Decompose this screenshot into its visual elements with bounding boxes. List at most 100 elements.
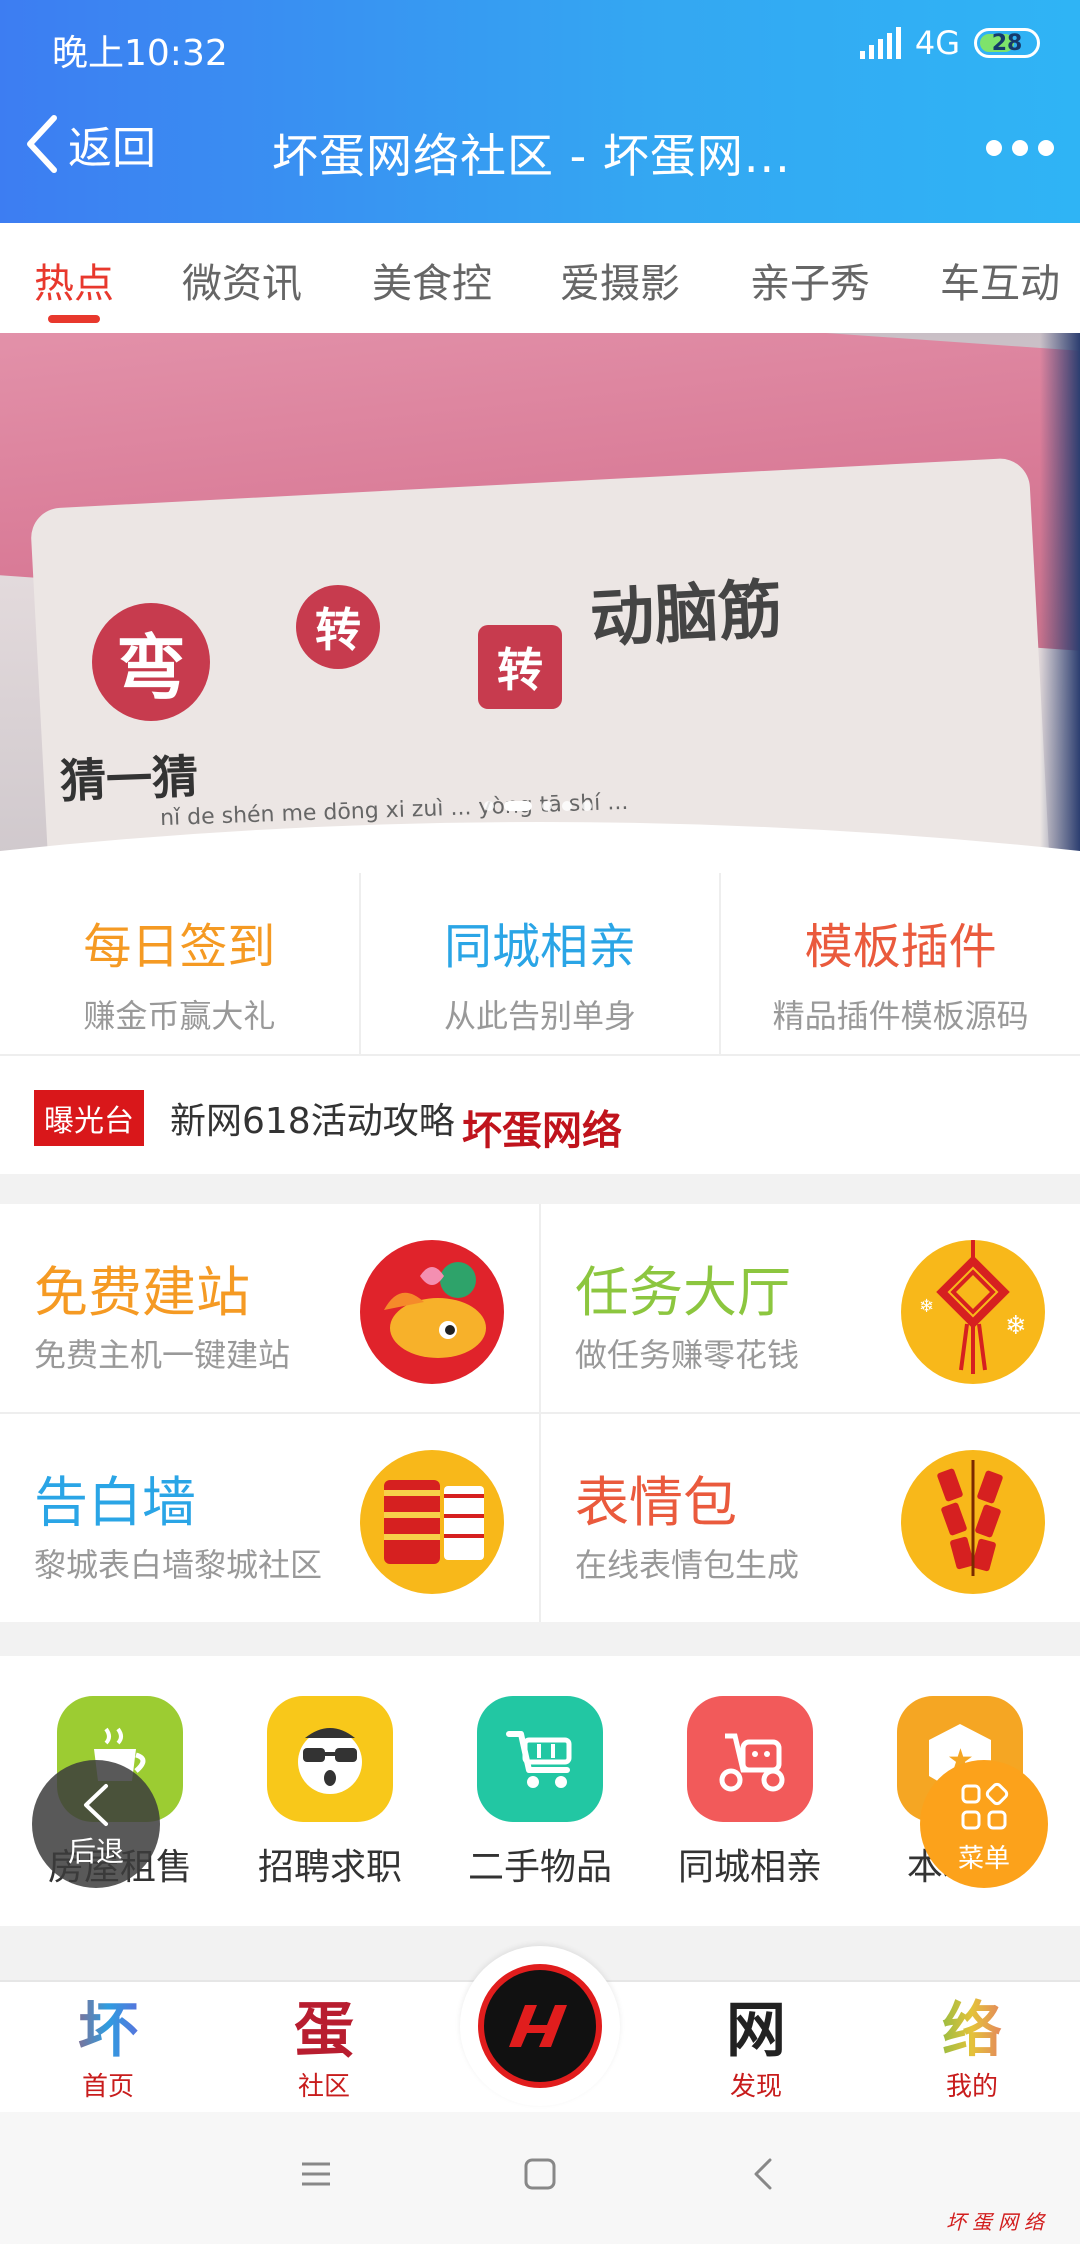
logo-icon [478, 1964, 602, 2088]
quick-link-title: 模板插件 [804, 919, 997, 975]
quick-link-checkin[interactable]: 每日签到 赚金币赢大礼 [0, 873, 361, 1054]
carousel-indicator [484, 801, 592, 811]
quick-link-title: 同城相亲 [444, 919, 637, 975]
feature-stickers[interactable]: 表情包 在线表情包生成 [541, 1414, 1080, 1622]
battery-icon: 28 [974, 28, 1040, 58]
feature-title: 告白墙 [34, 1471, 196, 1534]
face-icon [267, 1696, 393, 1822]
notice-brand: 坏蛋网络 [462, 1107, 622, 1154]
page-title: 坏蛋网络社区 - 坏蛋网... [272, 129, 791, 183]
floating-menu-label: 菜单 [957, 1844, 1010, 1874]
more-options-icon[interactable] [986, 140, 1054, 156]
back-label: 返回 [68, 123, 156, 174]
firecracker-icon [901, 1450, 1045, 1594]
nav-label: 发现 [729, 2072, 782, 2102]
scooter-icon [687, 1696, 813, 1822]
app-jobs[interactable]: 招聘求职 [240, 1696, 420, 1890]
grid-menu-icon [961, 1782, 1009, 1830]
back-icon[interactable] [746, 2156, 782, 2192]
quick-link-subtitle: 精品插件模板源码 [772, 997, 1029, 1035]
service-icons-row: 房屋租售 招聘求职 二手物品 同城相亲 ★ 本地... [0, 1656, 1080, 1926]
tab-news[interactable]: 微资讯 [182, 251, 302, 309]
banner-seal: 弯 [92, 603, 210, 721]
banner-seal: 转 [296, 585, 380, 669]
menu-icon[interactable] [298, 2156, 334, 2192]
chevron-left-icon [27, 115, 57, 173]
app-header: 晚上10:32 4G 28 返回 坏蛋网络社区 - 坏蛋网... [0, 0, 1080, 223]
watermark: 坏蛋网络 [946, 2210, 1050, 2234]
active-tab-indicator [48, 315, 100, 323]
notice-text: 新网618活动攻略 [170, 1101, 455, 1142]
floating-back-label: 后退 [67, 1835, 124, 1868]
feature-subtitle: 在线表情包生成 [575, 1546, 800, 1584]
section-gap [0, 1174, 1080, 1204]
quick-links: 每日签到 赚金币赢大礼 同城相亲 从此告别单身 模板插件 精品插件模板源码 [0, 873, 1080, 1056]
battery-level: 28 [991, 30, 1023, 56]
banner-headline: 动脑筋 [588, 573, 785, 657]
nav-glyph: 坏 [38, 1998, 178, 2064]
feature-title: 表情包 [575, 1471, 737, 1534]
floating-menu-button[interactable]: 菜单 [920, 1760, 1048, 1888]
nav-home[interactable]: 坏 首页 [38, 1998, 178, 2103]
app-dating[interactable]: 同城相亲 [660, 1696, 840, 1890]
tab-parenting[interactable]: 亲子秀 [750, 251, 870, 309]
banner-carousel[interactable]: 弯 转 转 动脑筋 猜一猜 nǐ de shén me dōng xi zuì … [0, 333, 1080, 873]
quick-link-dating[interactable]: 同城相亲 从此告别单身 [361, 873, 722, 1054]
feature-title: 免费建站 [34, 1261, 250, 1324]
banner-guess: 猜一猜 [59, 749, 200, 809]
carousel-dot [504, 801, 532, 811]
nav-discover[interactable]: 网 发现 [686, 1998, 826, 2103]
koi-fish-icon [360, 1240, 504, 1384]
feature-title: 任务大厅 [575, 1261, 791, 1324]
feature-subtitle: 做任务赚零花钱 [575, 1336, 800, 1374]
nav-label: 我的 [945, 2072, 998, 2102]
notice-bar[interactable]: 曝光台 新网618活动攻略 坏蛋网络 [0, 1058, 1080, 1174]
svg-text:❄: ❄ [919, 1296, 934, 1317]
nav-label: 社区 [297, 2072, 350, 2102]
lantern-icon [360, 1450, 504, 1594]
nav-label: 首页 [81, 2072, 134, 2102]
tab-photo[interactable]: 爱摄影 [560, 251, 680, 309]
system-navigation-bar [0, 2112, 1080, 2244]
nav-profile[interactable]: 络 我的 [902, 1998, 1042, 2103]
app-label: 招聘求职 [257, 1847, 402, 1888]
tab-hot[interactable]: 热点 [34, 251, 114, 309]
chevron-left-icon [84, 1784, 108, 1826]
nav-glyph: 蛋 [294, 1996, 354, 2066]
center-logo-button[interactable] [460, 1946, 620, 2106]
carousel-dot [562, 801, 572, 811]
nav-glyph: 网 [726, 1996, 786, 2066]
feature-confession-wall[interactable]: 告白墙 黎城表白墙黎城社区 [0, 1414, 539, 1622]
svg-text:❄: ❄ [1005, 1311, 1027, 1341]
feature-task-hall[interactable]: 任务大厅 做任务赚零花钱 ❄ ❄ [541, 1204, 1080, 1412]
feature-free-site[interactable]: 免费建站 免费主机一键建站 [0, 1204, 539, 1412]
tab-food[interactable]: 美食控 [372, 251, 492, 309]
nav-glyph: 络 [902, 1998, 1042, 2064]
banner-seal: 转 [478, 625, 562, 709]
section-gap [0, 1622, 1080, 1656]
app-label: 同城相亲 [677, 1847, 822, 1888]
feature-grid: 免费建站 免费主机一键建站 任务大厅 做任务赚零花钱 ❄ ❄ 告白墙 黎城表白墙… [0, 1204, 1080, 1622]
app-label: 二手物品 [467, 1847, 612, 1888]
feature-subtitle: 黎城表白墙黎城社区 [34, 1546, 323, 1584]
back-button[interactable]: 返回 [22, 112, 156, 176]
cart-icon [477, 1696, 603, 1822]
quick-link-subtitle: 从此告别单身 [444, 997, 637, 1035]
quick-link-templates[interactable]: 模板插件 精品插件模板源码 [721, 873, 1080, 1054]
carousel-dot [542, 801, 552, 811]
network-type: 4G [914, 24, 960, 62]
nav-community[interactable]: 蛋 社区 [254, 1998, 394, 2103]
banner-wave [0, 822, 1080, 873]
home-icon[interactable] [522, 2156, 558, 2192]
carousel-dot [484, 801, 494, 811]
status-time: 晚上10:32 [52, 33, 228, 74]
status-icons: 4G 28 [859, 24, 1040, 62]
quick-link-subtitle: 赚金币赢大礼 [83, 997, 276, 1035]
app-secondhand[interactable]: 二手物品 [450, 1696, 630, 1890]
carousel-dot [582, 801, 592, 811]
signal-icon [859, 27, 901, 59]
feature-subtitle: 免费主机一键建站 [34, 1336, 291, 1374]
floating-back-button[interactable]: 后退 [32, 1760, 160, 1888]
notice-badge: 曝光台 [34, 1090, 144, 1146]
tab-cars[interactable]: 车互动 [940, 251, 1060, 309]
